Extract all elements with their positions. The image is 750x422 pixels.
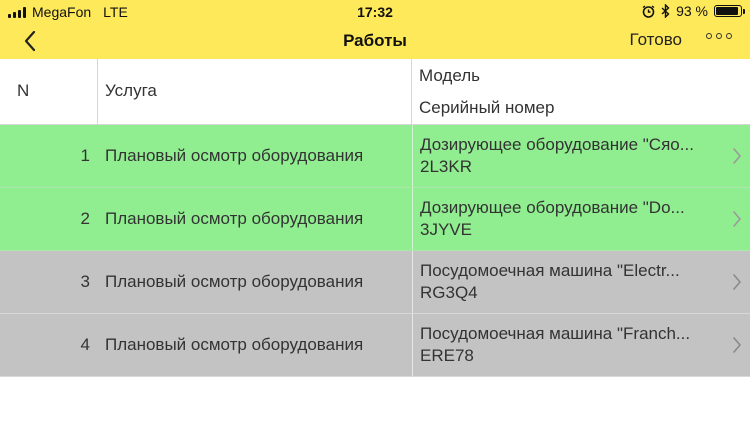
status-time: 17:32 [357,4,393,20]
row-service: Плановый осмотр оборудования [105,209,364,228]
chevron-right-icon [733,337,741,353]
header-model-label: Модель [419,66,481,85]
row-serial: 2L3KR [420,157,472,176]
bluetooth-icon [661,4,670,18]
alarm-icon [642,4,655,18]
row-service: Плановый осмотр оборудования [105,146,364,165]
chevron-right-icon [733,274,741,290]
row-number: 3 [80,272,90,291]
status-bar: MegaFon LTE 17:32 93 % [0,0,750,24]
more-dots-icon [706,33,712,39]
more-dot [726,33,732,39]
row-model: Посудомоечная машина "Franch... [420,324,691,343]
works-table: N Услуга Модель Серийный номер 1 Плановы… [0,59,750,377]
row-model: Дозирующее оборудование "Сяо... [420,135,694,154]
battery-percent: 93 % [676,3,708,19]
top-bar: MegaFon LTE 17:32 93 % Работы Готово [0,0,750,59]
status-right: 93 % [642,3,745,19]
header-service-label: Услуга [105,81,157,100]
more-dot [716,33,722,39]
header-serial-label: Серийный номер [419,98,555,117]
row-model-cell: Посудомоечная машина "Electr... RG3Q4 [412,251,750,313]
battery-icon [714,5,745,17]
table-header: N Услуга Модель Серийный номер [0,59,750,125]
screen: MegaFon LTE 17:32 93 % Работы Готово N У… [0,0,750,422]
chevron-right-icon [733,211,741,227]
row-service: Плановый осмотр оборудования [105,272,364,291]
chevron-right-icon [733,148,741,164]
table-row[interactable]: 3 Плановый осмотр оборудования Посудомое… [0,251,750,314]
row-number: 1 [80,146,90,165]
header-service: Услуга [97,59,412,124]
row-model-cell: Посудомоечная машина "Franch... ERE78 [412,314,750,376]
row-model: Посудомоечная машина "Electr... [420,261,680,280]
more-button[interactable] [706,33,732,39]
table-row[interactable]: 1 Плановый осмотр оборудования Дозирующе… [0,125,750,188]
row-number: 2 [80,209,90,228]
header-n: N [0,59,98,124]
header-n-label: N [17,81,30,100]
table-row[interactable]: 2 Плановый осмотр оборудования Дозирующе… [0,188,750,251]
row-serial: ERE78 [420,346,474,365]
row-service: Плановый осмотр оборудования [105,335,364,354]
done-button[interactable]: Готово [630,30,683,50]
row-model: Дозирующее оборудование "Do... [420,198,685,217]
nav-bar: Работы Готово [0,24,750,59]
row-serial: 3JYVE [420,220,472,239]
row-model-cell: Дозирующее оборудование "Сяо... 2L3KR [412,125,750,187]
table-row[interactable]: 4 Плановый осмотр оборудования Посудомое… [0,314,750,377]
row-serial: RG3Q4 [420,283,478,302]
row-model-cell: Дозирующее оборудование "Do... 3JYVE [412,188,750,250]
row-number: 4 [80,335,90,354]
header-model: Модель Серийный номер [412,59,750,124]
